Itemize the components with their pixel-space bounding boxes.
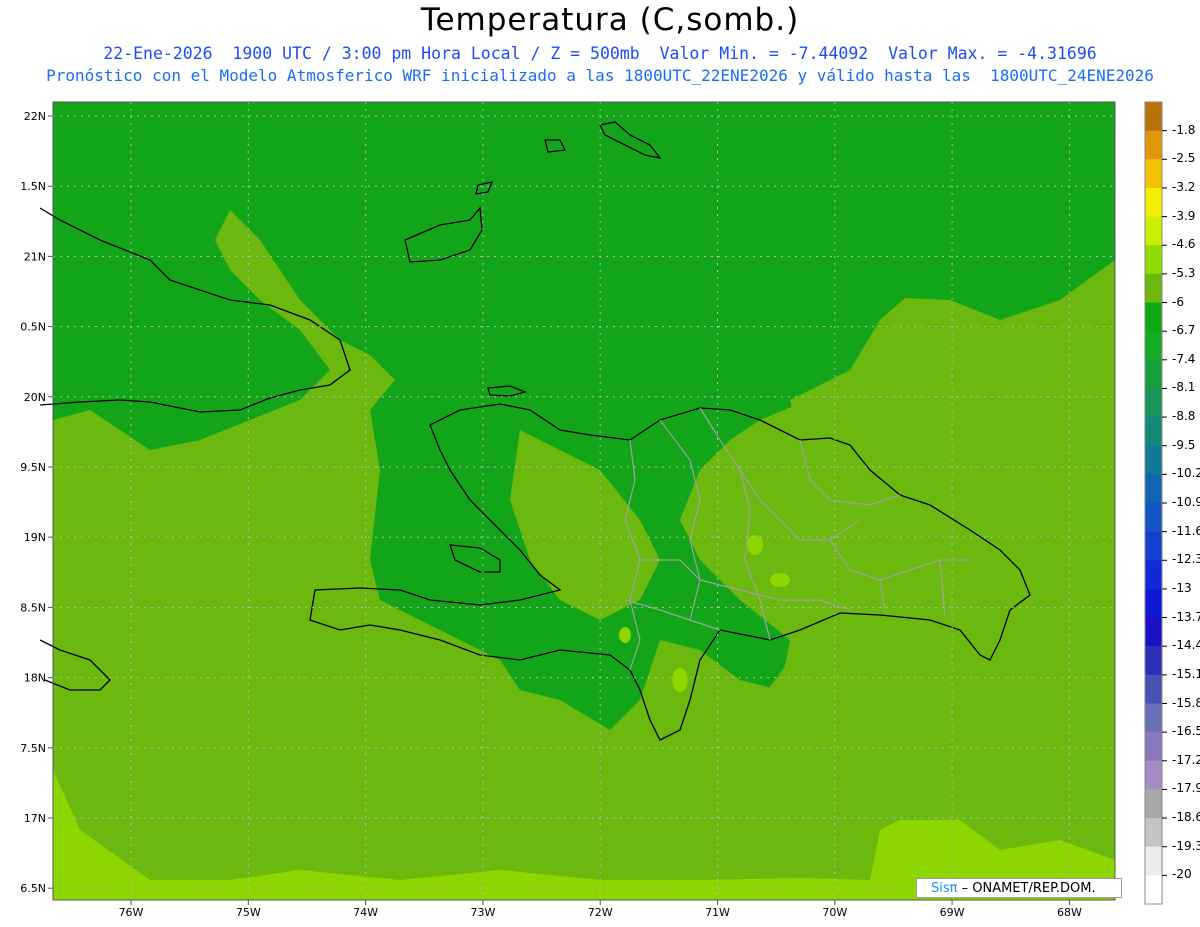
longitude-label: 70W: [822, 906, 847, 919]
colorbar-swatch: [1145, 531, 1162, 561]
latitude-label: 1.5N: [20, 180, 46, 193]
longitude-label: 68W: [1057, 906, 1082, 919]
colorbar-swatch: [1145, 818, 1162, 848]
colorbar-swatch: [1145, 646, 1162, 676]
longitude-label: 72W: [588, 906, 613, 919]
colorbar-swatch: [1145, 130, 1162, 160]
colorbar-label: -3.9: [1172, 208, 1196, 223]
latitude-label: 21N: [24, 250, 46, 263]
latitude-label: 20N: [24, 391, 46, 404]
longitude-label: 74W: [353, 906, 378, 919]
colorbar-label: -10.2: [1172, 466, 1200, 481]
colorbar-label: -1.8: [1172, 122, 1196, 137]
field-spot-3: [747, 535, 763, 555]
sispi-logo: Sisπ: [931, 881, 958, 896]
field-spot-4: [619, 627, 631, 643]
colorbar-label: -15.8: [1172, 695, 1200, 710]
colorbar-swatch: [1145, 216, 1162, 246]
field-spot-1: [770, 573, 790, 587]
latitude-label: 8.5N: [20, 601, 46, 614]
colorbar-label: -16.5: [1172, 724, 1200, 739]
latitude-label: 19N: [24, 531, 46, 544]
colorbar-label: -10.9: [1172, 495, 1200, 509]
longitude-label: 69W: [940, 906, 965, 919]
longitude-label: 71W: [705, 906, 730, 919]
longitude-label: 73W: [470, 906, 495, 919]
colorbar-swatch: [1145, 187, 1162, 218]
longitude-label: 76W: [119, 906, 144, 919]
colorbar-label: -19.3: [1172, 838, 1200, 853]
colorbar-label: -6.7: [1172, 323, 1196, 338]
colorbar-swatch: [1145, 359, 1162, 389]
credit-box: Sisπ – ONAMET/REP.DOM.: [916, 878, 1122, 898]
colorbar-label: -20: [1172, 867, 1192, 882]
colorbar-swatch: [1145, 417, 1162, 447]
colorbar-label: -3.2: [1172, 179, 1196, 194]
colorbar-label: -8.1: [1172, 380, 1196, 395]
colorbar-swatch: [1145, 846, 1162, 876]
colorbar-label: -15.1: [1172, 666, 1200, 681]
colorbar-swatch: [1145, 388, 1162, 418]
colorbar-swatch: [1145, 560, 1162, 590]
colorbar: [1144, 101, 1167, 905]
temperature-map: 76W 75W 74W 73W 72W 71W 70W 69W 68W 22N 1.5N 21N 0.…: [20, 101, 1167, 919]
colorbar-swatch: [1145, 674, 1162, 704]
colorbar-label: -5.3: [1172, 265, 1196, 280]
colorbar-swatch: [1145, 617, 1162, 647]
latitude-label: 9.5N: [20, 461, 46, 474]
colorbar-swatch: [1145, 789, 1162, 819]
latitude-axis: 22N 1.5N 21N 0.5N 20N 9.5N 19N 8.5N 18N 7.5N 17N 6.…: [20, 110, 53, 895]
colorbar-label: -4.6: [1172, 237, 1196, 252]
colorbar-swatch: [1145, 102, 1162, 132]
colorbar-label: -13.7: [1172, 609, 1200, 624]
colorbar-swatch: [1145, 302, 1162, 332]
colorbar-label: -14.4: [1172, 638, 1200, 653]
longitude-label: 75W: [236, 906, 261, 919]
colorbar-label: -17.9: [1172, 781, 1200, 796]
colorbar-swatch: [1145, 732, 1162, 762]
latitude-label: 6.5N: [20, 882, 46, 895]
colorbar-swatch: [1145, 273, 1162, 303]
colorbar-swatch: [1145, 703, 1162, 733]
colorbar-swatch: [1145, 588, 1162, 619]
colorbar-swatch: [1145, 245, 1162, 275]
latitude-label: 7.5N: [20, 742, 46, 755]
colorbar-swatch: [1145, 331, 1162, 361]
colorbar-swatch: [1145, 474, 1162, 504]
latitude-label: 18N: [24, 672, 46, 685]
colorbar-swatch-below-min: [1145, 875, 1162, 904]
colorbar-swatch: [1145, 503, 1162, 533]
colorbar-swatch: [1145, 445, 1162, 475]
credit-text: – ONAMET/REP.DOM.: [957, 881, 1096, 896]
colorbar-swatch: [1145, 760, 1162, 790]
colorbar-swatch: [1145, 159, 1162, 189]
latitude-label: 0.5N: [20, 321, 46, 334]
colorbar-label: -2.5: [1172, 151, 1196, 166]
temperature-field: [53, 102, 1115, 900]
colorbar-label: -17.2: [1172, 752, 1200, 767]
colorbar-label: -18.6: [1172, 810, 1200, 825]
colorbar-label: -6: [1172, 294, 1184, 309]
colorbar-label: -7.4: [1172, 351, 1196, 366]
colorbar-label: -11.6: [1172, 523, 1200, 538]
colorbar-label: -13: [1172, 580, 1192, 595]
colorbar-label: -9.5: [1172, 437, 1196, 452]
latitude-label: 17N: [24, 812, 46, 825]
longitude-axis: 76W 75W 74W 73W 72W 71W 70W 69W 68W: [119, 900, 1082, 919]
field-spot-2: [672, 668, 688, 692]
latitude-label: 22N: [24, 110, 46, 123]
colorbar-label: -12.3: [1172, 552, 1200, 567]
colorbar-label: -8.8: [1172, 409, 1196, 424]
